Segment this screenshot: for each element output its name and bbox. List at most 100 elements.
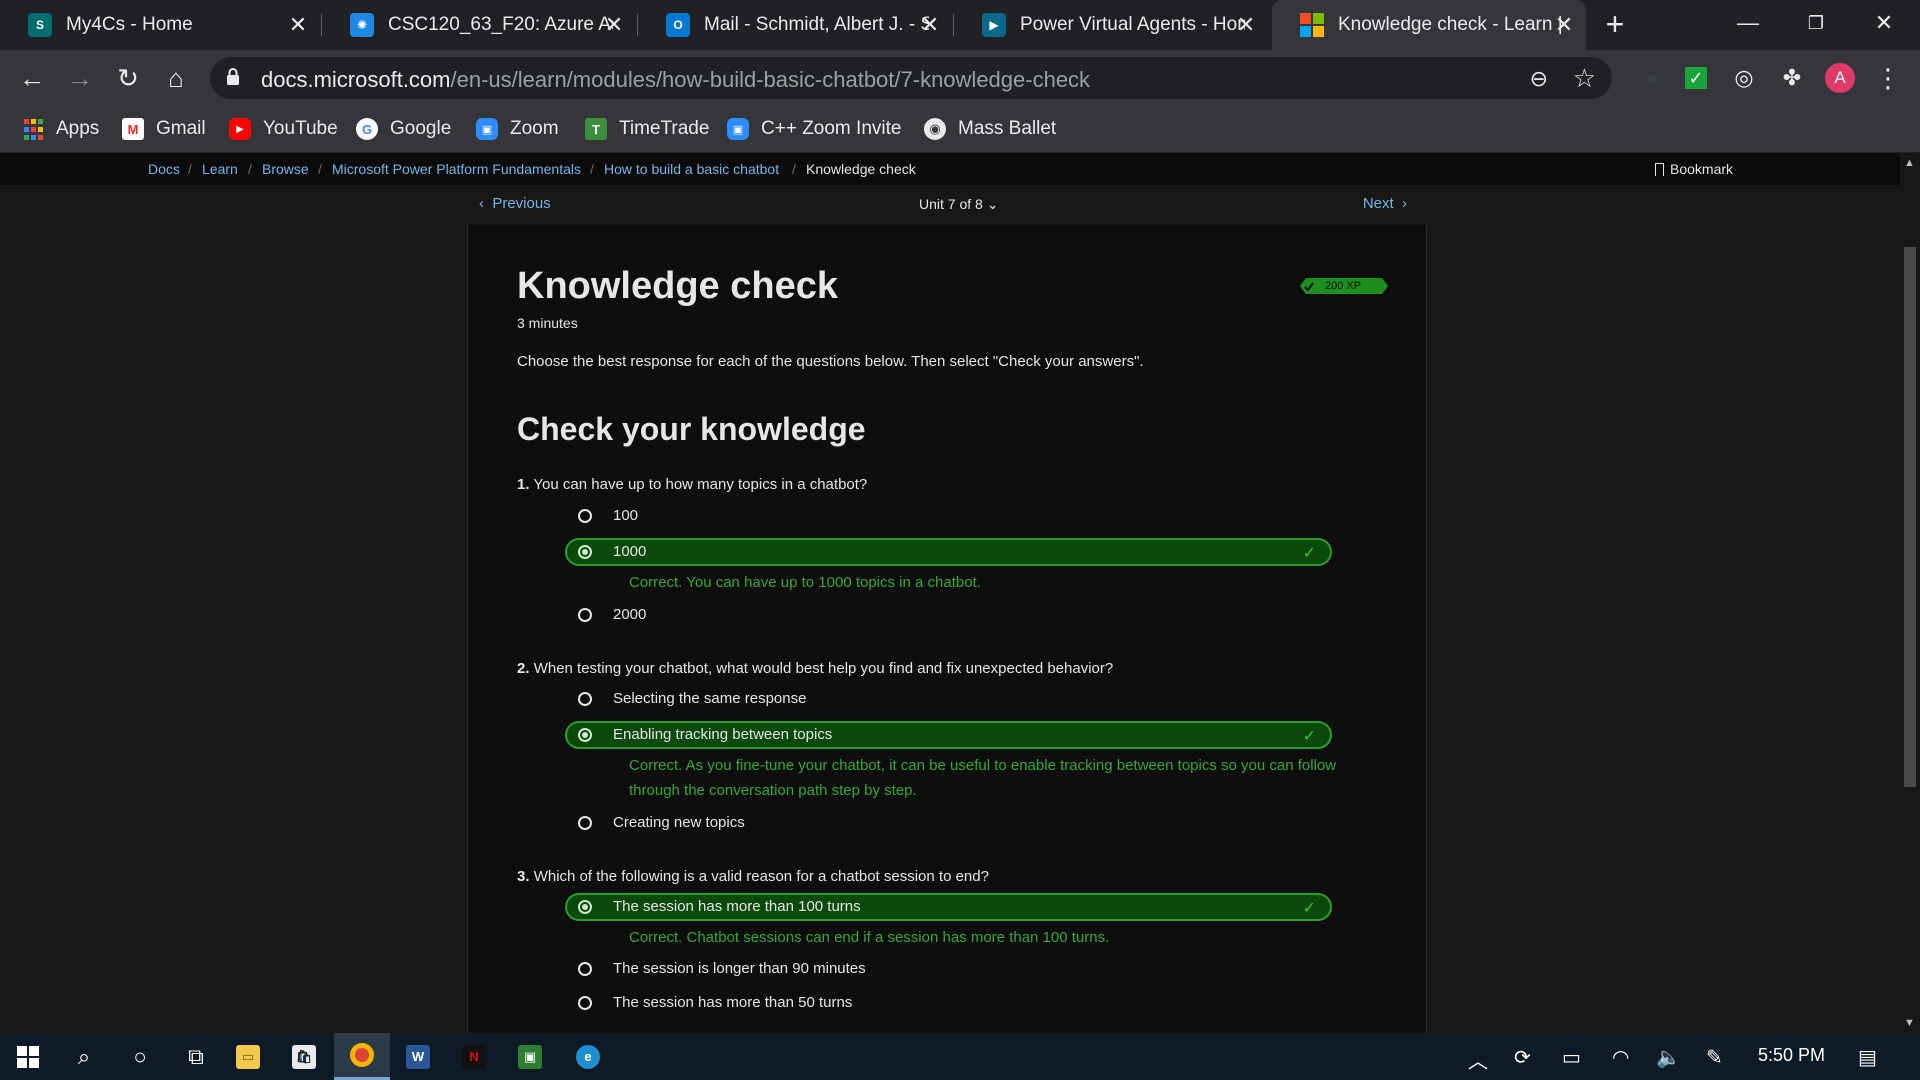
task-view-icon[interactable]: ⧉ xyxy=(168,1033,224,1080)
answer-option[interactable]: The session is longer than 90 minutes xyxy=(565,955,1332,983)
url-text[interactable]: docs.microsoft.com/en-us/learn/modules/h… xyxy=(261,67,1090,93)
bookmark-timetrade[interactable]: T TimeTrade xyxy=(585,115,709,143)
minimize-icon[interactable]: — xyxy=(1728,8,1768,38)
next-link[interactable]: Next › xyxy=(1363,195,1407,212)
window-close-icon[interactable]: ✕ xyxy=(1864,8,1904,38)
volume-icon[interactable]: 🔈 xyxy=(1656,1045,1681,1070)
breadcrumb-browse[interactable]: Browse xyxy=(262,161,309,177)
bookmark-cpp-zoom-invite[interactable]: ▣ C++ Zoom Invite xyxy=(727,115,901,143)
scrollbar-thumb[interactable] xyxy=(1904,247,1916,787)
edge-icon[interactable]: e xyxy=(560,1033,616,1080)
headphones-icon[interactable]: ◎ xyxy=(1728,62,1760,94)
breadcrumb-docs[interactable]: Docs xyxy=(148,161,180,177)
file-explorer-icon[interactable]: ▭ xyxy=(220,1033,276,1080)
store-icon[interactable]: 🛍 xyxy=(276,1033,332,1080)
zoom-icon: ▣ xyxy=(727,118,749,140)
bookmark-youtube[interactable]: ▶ YouTube xyxy=(229,115,338,143)
cortana-icon[interactable]: ○ xyxy=(112,1033,168,1080)
tab-title: My4Cs - Home xyxy=(66,14,193,35)
page-scrollbar[interactable]: ▲ ▼ xyxy=(1900,153,1920,1033)
question-3: 3. Which of the following is a valid rea… xyxy=(517,868,989,885)
extension-dark-icon[interactable]: ■ xyxy=(1636,62,1668,94)
battery-icon[interactable]: ▭ xyxy=(1562,1045,1581,1070)
windows-taskbar: ⌕ ○ ⧉ ▭ 🛍 W N ▣ e ︿ ⟳ ▭ ◠ 🔈 ✎ 5:50 PM ▤ xyxy=(0,1033,1920,1080)
avatar[interactable]: A xyxy=(1824,62,1856,94)
tab-csc120[interactable]: ✺ CSC120_63_F20: Azure Assig ✕ xyxy=(322,0,636,50)
radio-button[interactable] xyxy=(578,692,592,706)
bookmark-mass-ballet[interactable]: ◉ Mass Ballet xyxy=(924,115,1056,143)
answer-option[interactable]: The session has more than 50 turns xyxy=(565,989,1332,1017)
unit-selector[interactable]: Unit 7 of 8 ⌄ xyxy=(919,196,998,213)
answer-option[interactable]: 2000 xyxy=(565,601,1332,629)
bookmark-google[interactable]: G Google xyxy=(356,115,451,143)
netflix-icon[interactable]: N xyxy=(446,1033,502,1080)
scroll-down-icon[interactable]: ▼ xyxy=(1904,1017,1915,1029)
radio-button[interactable] xyxy=(578,962,592,976)
chrome-icon[interactable] xyxy=(334,1033,390,1080)
tab-mail[interactable]: O Mail - Schmidt, Albert J. - S ✕ xyxy=(638,0,952,50)
radio-button[interactable] xyxy=(578,608,592,622)
close-icon[interactable]: ✕ xyxy=(602,13,626,37)
option-label: Enabling tracking between topics xyxy=(613,726,833,743)
radio-button[interactable] xyxy=(578,509,592,523)
breadcrumb-module[interactable]: How to build a basic chatbot xyxy=(604,161,779,177)
update-icon[interactable]: ⟳ xyxy=(1514,1045,1531,1070)
canvas-icon: ✺ xyxy=(350,13,374,37)
close-icon[interactable]: ✕ xyxy=(286,13,310,37)
radio-button-checked[interactable] xyxy=(578,900,592,914)
radio-button[interactable] xyxy=(578,996,592,1010)
radio-button-checked[interactable] xyxy=(578,545,592,559)
menu-kebab-icon[interactable]: ⋮ xyxy=(1872,62,1904,94)
timetrade-icon: T xyxy=(585,118,607,140)
answer-option-selected[interactable]: Enabling tracking between topics ✓ xyxy=(565,721,1332,749)
zoom-icon[interactable]: ⊖ xyxy=(1530,66,1548,92)
answer-option-selected[interactable]: The session has more than 100 turns ✓ xyxy=(565,893,1332,921)
wifi-icon[interactable]: ◠ xyxy=(1612,1045,1629,1070)
previous-link[interactable]: ‹ Previous xyxy=(479,195,551,212)
breadcrumb-learn[interactable]: Learn xyxy=(202,161,238,177)
radio-button[interactable] xyxy=(578,816,592,830)
bookmark-label: C++ Zoom Invite xyxy=(761,118,902,139)
address-bar[interactable]: docs.microsoft.com/en-us/learn/modules/h… xyxy=(210,57,1612,99)
bookmark-apps[interactable]: Apps xyxy=(22,115,99,143)
answer-option[interactable]: Creating new topics xyxy=(565,809,1332,837)
scroll-up-icon[interactable]: ▲ xyxy=(1904,157,1915,169)
radio-button-checked[interactable] xyxy=(578,728,592,742)
answer-option[interactable]: 100 xyxy=(565,502,1332,530)
pen-icon[interactable]: ✎ xyxy=(1706,1045,1723,1070)
duration: 3 minutes xyxy=(517,315,578,331)
puzzle-icon[interactable]: ✤ xyxy=(1776,62,1808,94)
word-icon[interactable]: W xyxy=(390,1033,446,1080)
bookmark-label: Mass Ballet xyxy=(958,118,1057,139)
close-icon[interactable]: ✕ xyxy=(1234,13,1258,37)
answer-option[interactable]: Selecting the same response xyxy=(565,685,1332,713)
home-icon[interactable]: ⌂ xyxy=(160,62,192,94)
close-icon[interactable]: ✕ xyxy=(918,13,942,37)
reload-icon[interactable]: ↻ xyxy=(112,62,144,94)
forward-icon[interactable]: → xyxy=(64,62,96,94)
new-tab-button[interactable]: + xyxy=(1600,8,1630,40)
bookmark-zoom[interactable]: ▣ Zoom xyxy=(476,115,559,143)
notifications-icon[interactable]: ▤ xyxy=(1858,1045,1877,1070)
search-icon[interactable]: ⌕ xyxy=(56,1033,112,1080)
breadcrumb-fundamentals[interactable]: Microsoft Power Platform Fundamentals xyxy=(332,161,581,177)
bookmark-button[interactable]: Bookmark xyxy=(1655,161,1733,177)
checkmark-extension-icon[interactable]: ✓ xyxy=(1680,62,1712,94)
chevron-up-icon[interactable]: ︿ xyxy=(1468,1045,1488,1074)
app-icon[interactable]: ▣ xyxy=(502,1033,558,1080)
close-icon[interactable]: ✕ xyxy=(1552,13,1576,37)
star-icon[interactable]: ☆ xyxy=(1573,63,1596,94)
restore-icon[interactable]: ❐ xyxy=(1796,8,1836,38)
tab-my4cs[interactable]: S My4Cs - Home ✕ xyxy=(0,0,320,50)
tab-knowledge-check[interactable]: Knowledge check - Learn | M ✕ xyxy=(1272,0,1586,50)
start-icon[interactable] xyxy=(0,1033,56,1080)
clock[interactable]: 5:50 PM xyxy=(1758,1045,1825,1066)
bookmark-gmail[interactable]: M Gmail xyxy=(122,115,206,143)
answer-option-selected[interactable]: 1000 ✓ xyxy=(565,538,1332,566)
tab-power-virtual-agents[interactable]: ▶ Power Virtual Agents - Hom ✕ xyxy=(954,0,1268,50)
sharepoint-icon: S xyxy=(28,13,52,37)
question-2: 2. When testing your chatbot, what would… xyxy=(517,660,1114,677)
back-icon[interactable]: ← xyxy=(16,62,48,94)
page-viewport: Docs / Learn / Browse / Microsoft Power … xyxy=(0,153,1900,1033)
feedback-correct: Correct. Chatbot sessions can end if a s… xyxy=(629,929,1110,946)
